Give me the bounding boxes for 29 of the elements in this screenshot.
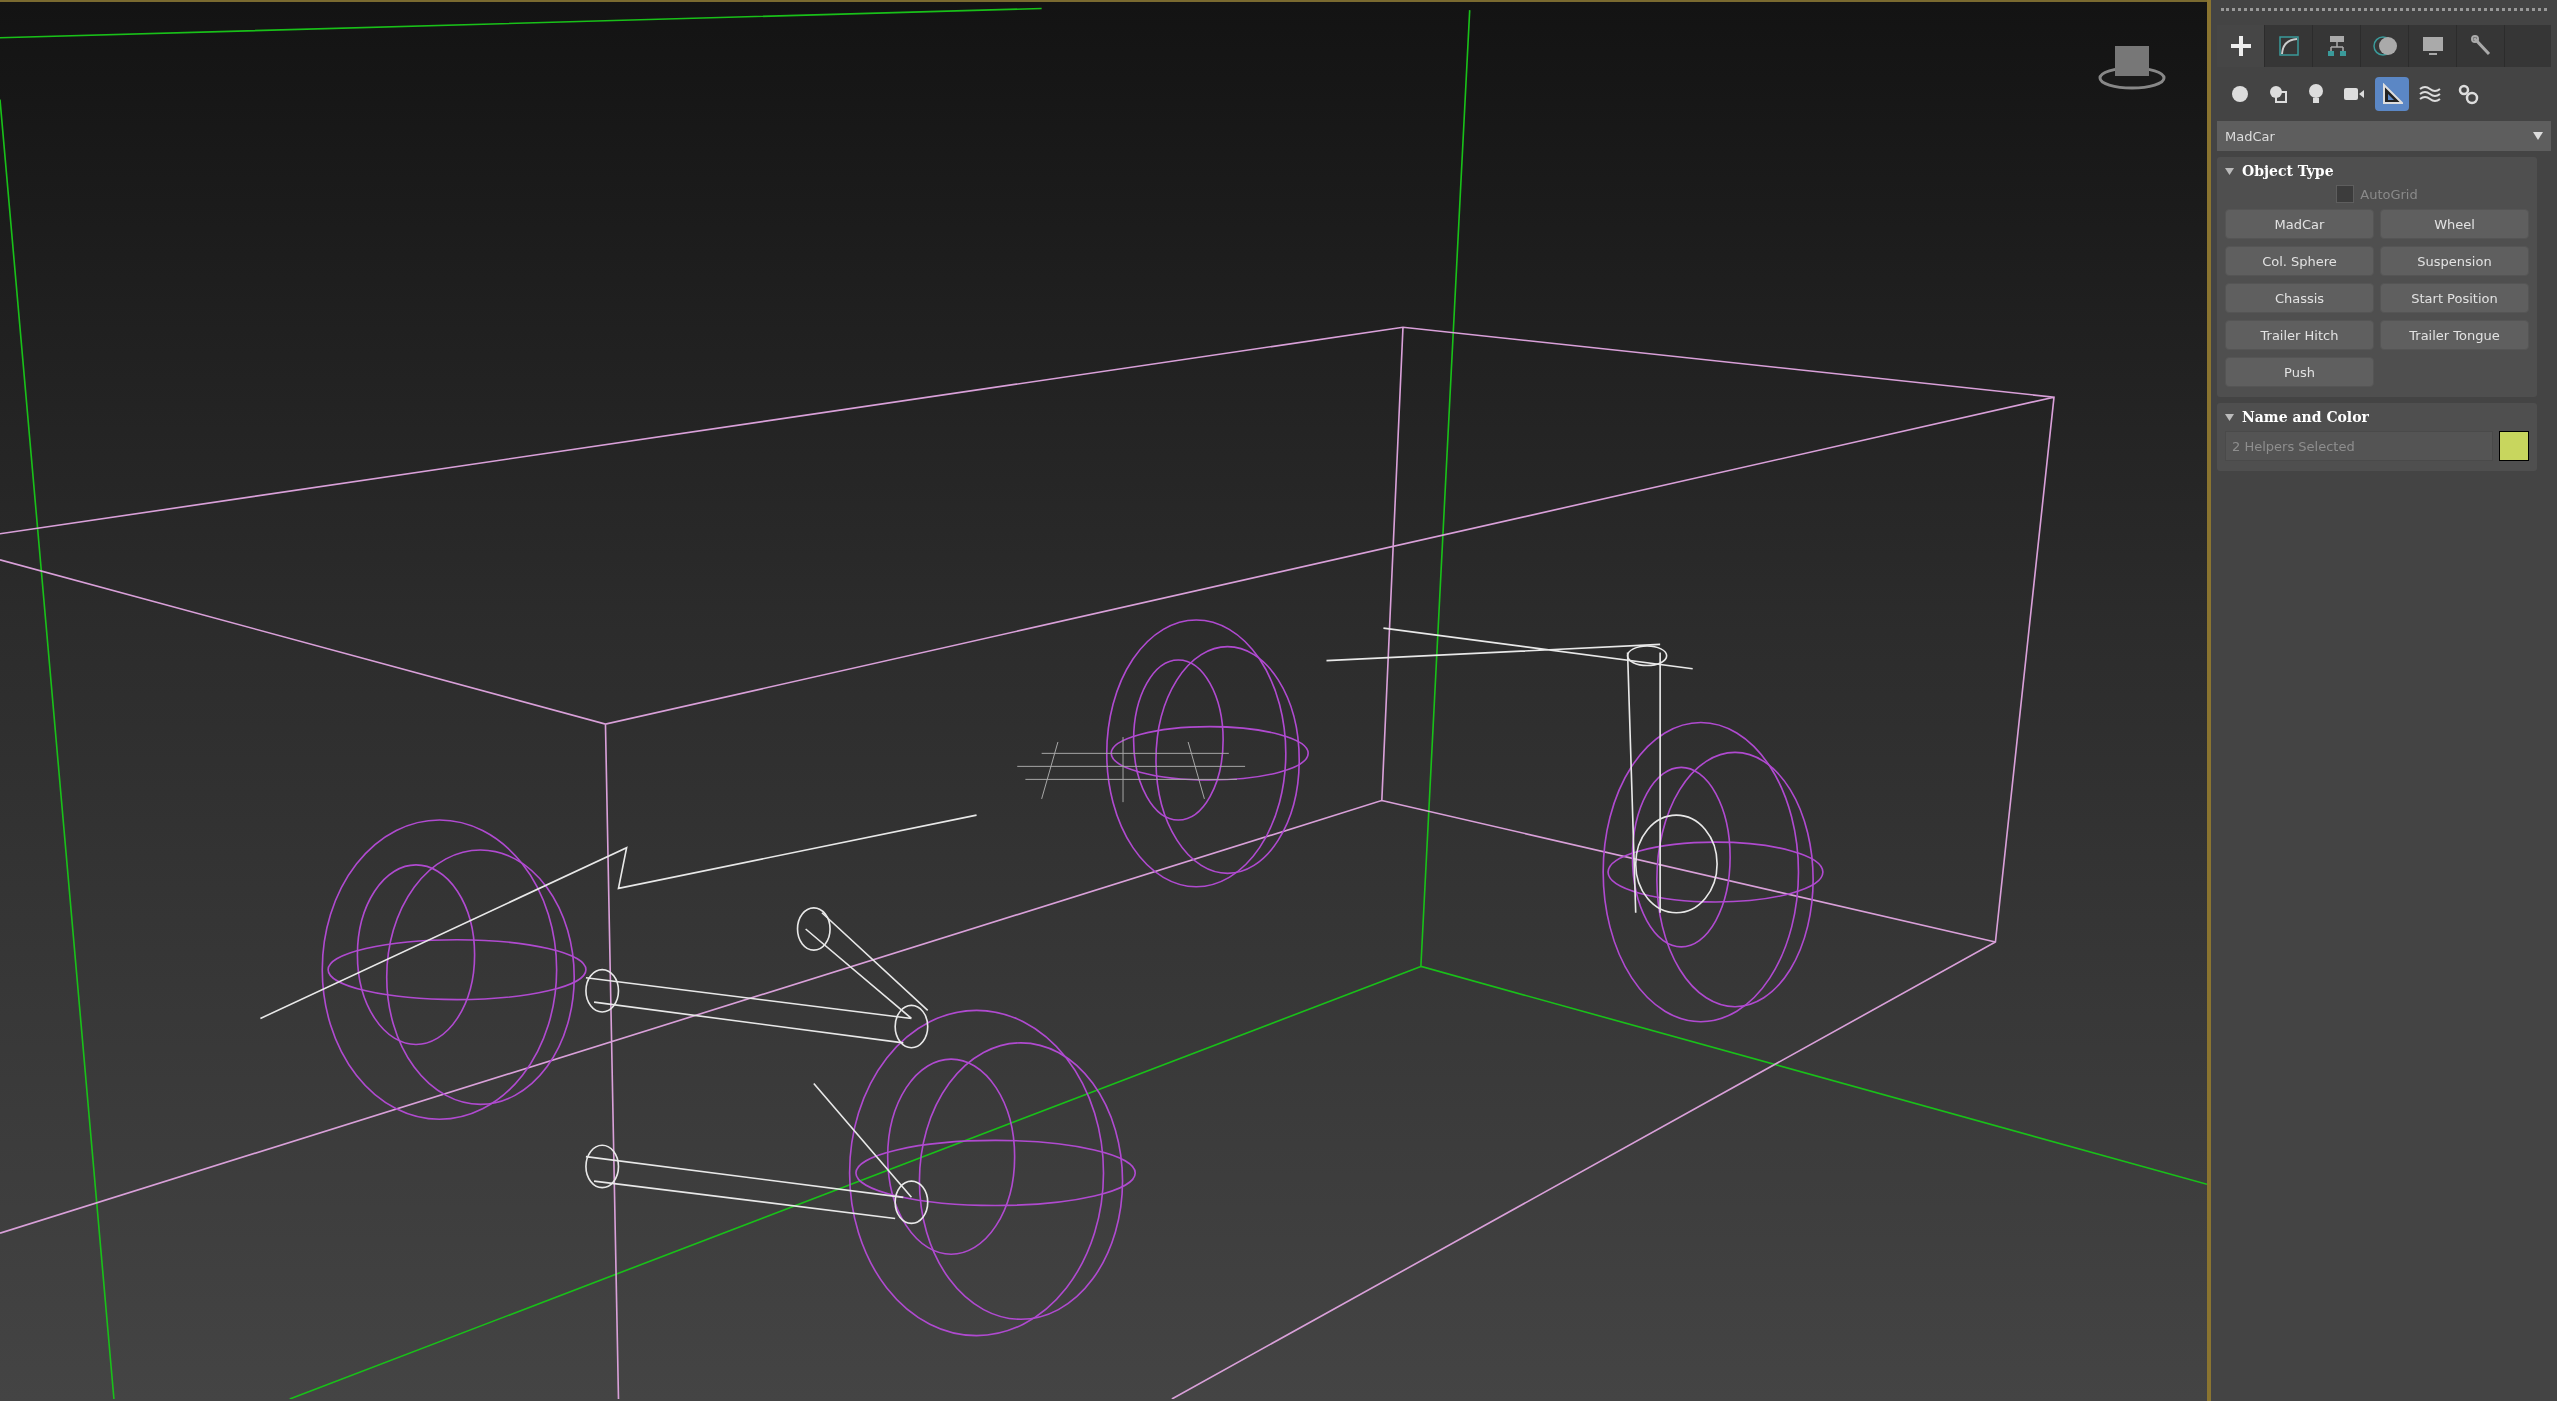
rollout-header[interactable]: Name and Color <box>2225 409 2529 425</box>
shapes-icon <box>2268 84 2288 104</box>
object-type-button[interactable]: Col. Sphere <box>2225 246 2374 276</box>
caret-icon <box>2533 132 2543 140</box>
spheres-icon <box>2371 34 2398 58</box>
object-type-button[interactable]: Wheel <box>2380 209 2529 239</box>
lightbulb-icon <box>2306 83 2326 105</box>
object-type-button[interactable]: Push <box>2225 357 2374 387</box>
wrench-icon <box>2468 34 2493 58</box>
object-type-button[interactable]: MadCar <box>2225 209 2374 239</box>
caret-icon <box>2225 167 2234 175</box>
caret-icon <box>2225 413 2234 421</box>
checkbox-label: AutoGrid <box>2360 186 2418 202</box>
object-type-button[interactable]: Chassis <box>2225 283 2374 313</box>
camera-icon <box>2343 85 2365 103</box>
object-type-button[interactable]: Suspension <box>2380 246 2529 276</box>
curve-icon <box>2276 34 2301 58</box>
plus-icon <box>2228 34 2253 58</box>
sphere-icon <box>2230 84 2250 104</box>
color-swatch[interactable] <box>2499 431 2529 461</box>
object-type-button[interactable]: Trailer Tongue <box>2380 320 2529 350</box>
waves-icon <box>2419 84 2441 104</box>
object-type-button[interactable]: Trailer Hitch <box>2225 320 2374 350</box>
gears-icon <box>2457 83 2479 105</box>
monitor-icon <box>2420 34 2445 58</box>
object-type-button[interactable]: Start Position <box>2380 283 2529 313</box>
category-button[interactable] <box>2375 77 2409 111</box>
category-dropdown[interactable]: MadCar <box>2217 121 2551 151</box>
rollout-header[interactable]: Object Type <box>2225 163 2529 179</box>
